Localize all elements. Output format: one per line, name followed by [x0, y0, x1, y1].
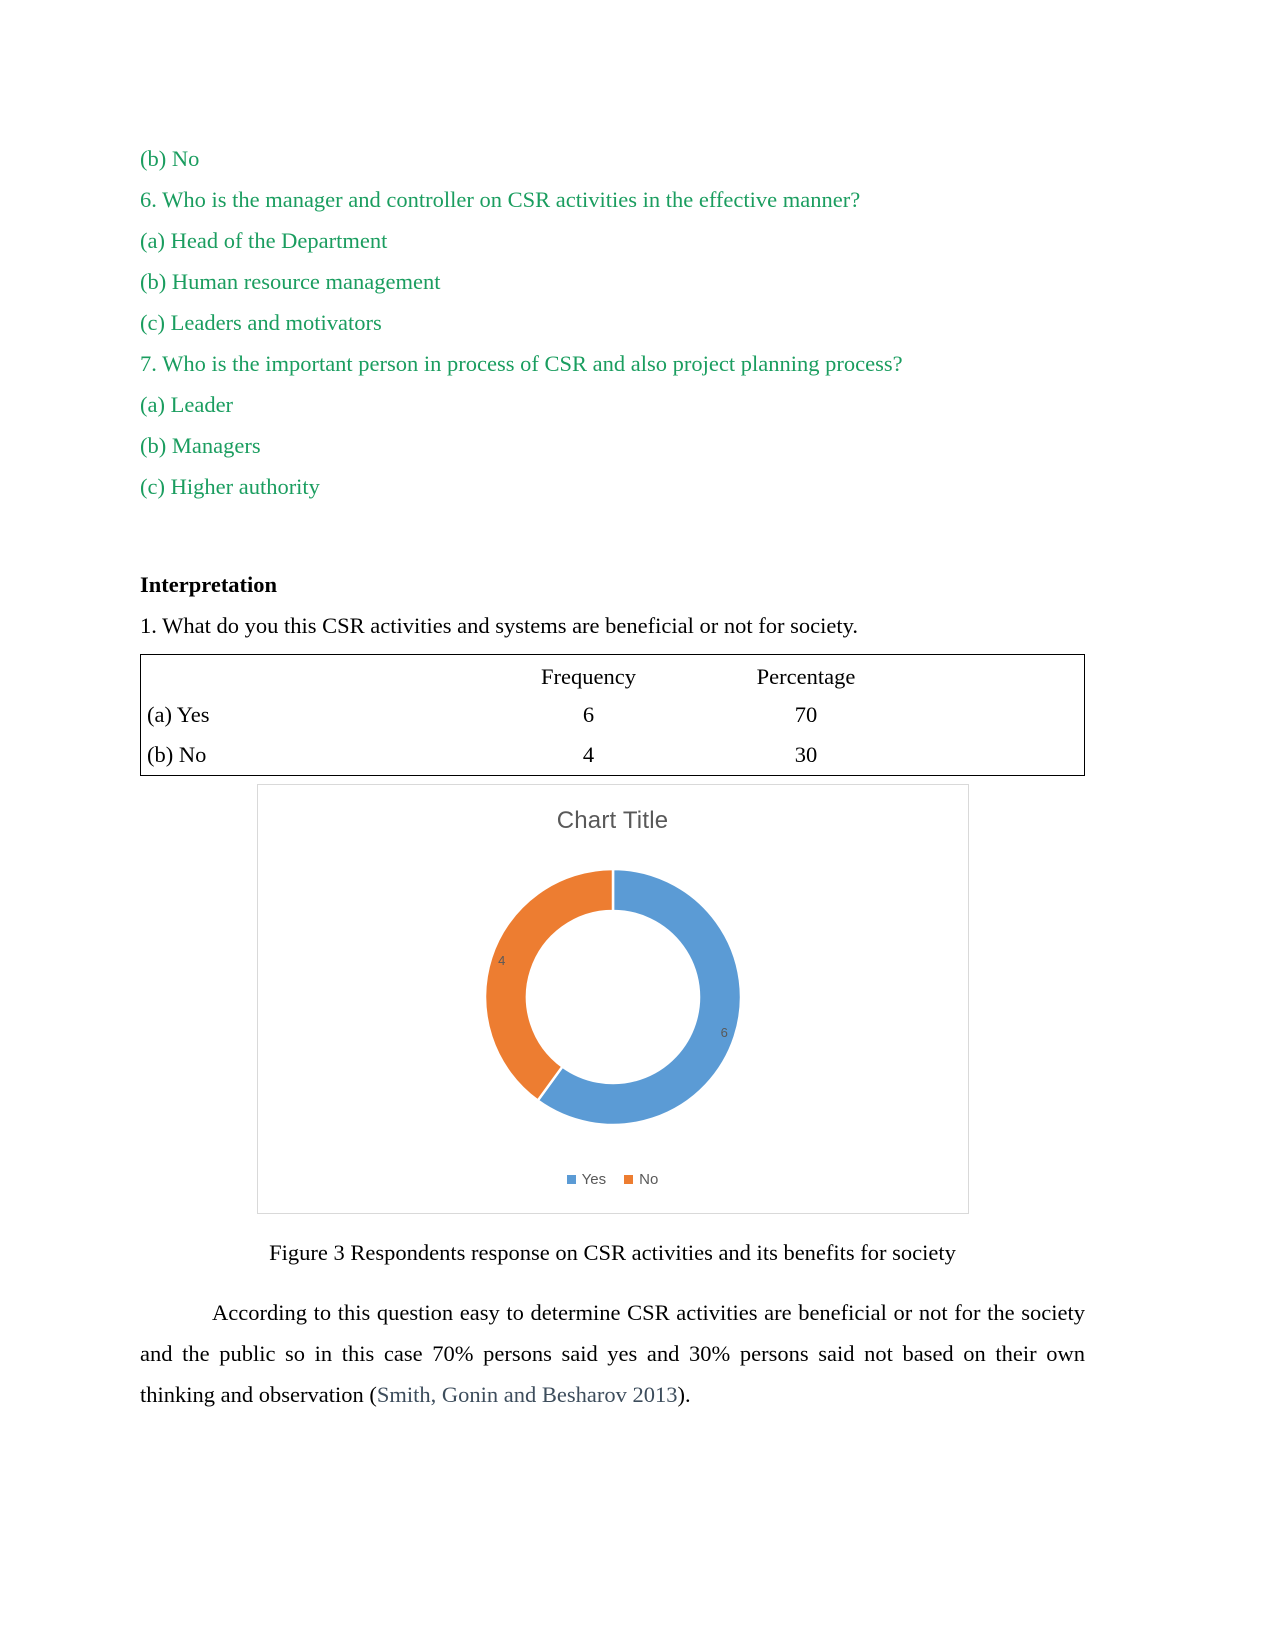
table-cell-percentage: 70: [794, 702, 818, 727]
legend-item-no: No: [624, 1171, 658, 1188]
questionnaire-line: 6. Who is the manager and controller on …: [140, 187, 861, 212]
table-row: (b) No 4 30: [141, 735, 1084, 775]
chart-plot-area: 64: [258, 847, 968, 1147]
questionnaire-line: (b) Managers: [140, 433, 261, 458]
table-cell-pad: [906, 695, 1084, 735]
chart-legend: Yes No: [258, 1171, 968, 1188]
table-cell-label: (a) Yes: [147, 702, 210, 727]
table-row: (a) Yes 6 70: [141, 695, 1084, 735]
table-cell-percentage: 30: [794, 742, 818, 767]
questionnaire-line: 7. Who is the important person in proces…: [140, 351, 903, 376]
interpretation-question: 1. What do you this CSR activities and s…: [140, 613, 858, 638]
table-header-blank: [141, 655, 471, 695]
table-header-pad: [906, 655, 1084, 695]
paragraph-text-part2: ).: [677, 1382, 691, 1407]
table-header-row: Frequency Percentage: [141, 655, 1084, 695]
body-paragraph: According to this question easy to deter…: [140, 1292, 1085, 1415]
chart-container: Chart Title 64 Yes No: [140, 784, 1085, 1214]
table-cell-frequency: 4: [582, 742, 595, 767]
doughnut-svg: 64: [483, 867, 742, 1127]
questionnaire-line: (c) Leaders and motivators: [140, 310, 382, 335]
legend-label: Yes: [581, 1171, 607, 1188]
legend-item-yes: Yes: [566, 1171, 607, 1188]
legend-swatch-icon: [624, 1175, 634, 1184]
questionnaire-line: (a) Leader: [140, 392, 234, 417]
data-label-yes: 6: [720, 1025, 727, 1040]
page-content: (b) No 6. Who is the manager and control…: [140, 0, 1085, 1415]
table-header-frequency: Frequency: [541, 664, 636, 689]
legend-label: No: [639, 1171, 659, 1188]
legend-swatch-icon: [566, 1175, 576, 1184]
questionnaire-line: (c) Higher authority: [140, 474, 320, 499]
table-header-percentage: Percentage: [756, 664, 856, 689]
table-cell-pad: [906, 735, 1084, 775]
document-page: (b) No 6. Who is the manager and control…: [0, 0, 1275, 1650]
interpretation-heading: Interpretation: [140, 572, 278, 597]
chart-title: Chart Title: [556, 807, 669, 834]
questionnaire-line: (b) No: [140, 146, 200, 171]
figure-caption: Figure 3 Respondents response on CSR act…: [269, 1240, 956, 1265]
doughnut-chart: Chart Title 64 Yes No: [256, 784, 969, 1214]
questionnaire-block: (b) No 6. Who is the manager and control…: [140, 0, 1085, 507]
data-label-no: 4: [498, 953, 505, 968]
questionnaire-line: (b) Human resource management: [140, 269, 441, 294]
frequency-table: Frequency Percentage (a) Yes 6 70 (b) No…: [140, 654, 1085, 776]
citation-link: Smith, Gonin and Besharov 2013: [376, 1382, 678, 1407]
doughnut-slice-no: [483, 867, 614, 1103]
questionnaire-line: (a) Head of the Department: [140, 228, 388, 253]
table-cell-label: (b) No: [147, 742, 207, 767]
table-cell-frequency: 6: [582, 702, 595, 727]
